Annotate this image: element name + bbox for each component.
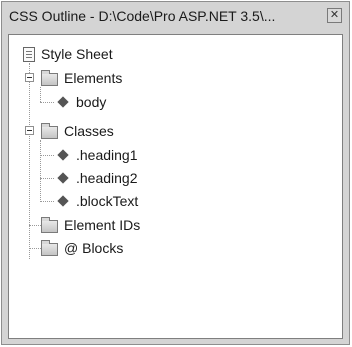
css-rule-icon	[57, 195, 69, 207]
stylesheet-icon	[23, 46, 35, 62]
tree-node-style-sheet[interactable]: Style Sheet	[23, 43, 113, 65]
css-outline-tree: Style Sheet Elements body Classes .headi…	[9, 35, 342, 338]
tree-line	[40, 178, 54, 179]
tree-line	[29, 63, 30, 259]
tree-node-classes[interactable]: Classes	[41, 120, 114, 142]
tree-line	[29, 225, 41, 226]
css-rule-icon	[57, 96, 69, 108]
folder-icon	[41, 239, 58, 256]
tree-node-heading2[interactable]: .heading2	[56, 167, 138, 189]
tree-node-at-blocks[interactable]: @ Blocks	[41, 237, 123, 259]
collapse-toggle-elements[interactable]	[25, 73, 34, 82]
css-rule-icon	[57, 172, 69, 184]
collapse-toggle-classes[interactable]	[25, 126, 34, 135]
tree-node-heading1[interactable]: .heading1	[56, 144, 138, 166]
css-outline-window: CSS Outline - D:\Code\Pro ASP.NET 3.5\..…	[1, 1, 350, 345]
outline-tree-panel[interactable]: Style Sheet Elements body Classes .headi…	[8, 34, 343, 339]
tree-node-body[interactable]: body	[56, 91, 106, 113]
close-icon[interactable]: ✕	[327, 8, 342, 23]
css-rule-icon	[57, 149, 69, 161]
tree-line	[40, 87, 41, 102]
title-bar: CSS Outline - D:\Code\Pro ASP.NET 3.5\..…	[2, 2, 349, 30]
tree-node-element-ids[interactable]: Element IDs	[41, 214, 140, 236]
folder-icon	[41, 122, 58, 139]
folder-icon	[41, 69, 58, 86]
tree-node-elements[interactable]: Elements	[41, 67, 122, 89]
folder-icon	[41, 216, 58, 233]
tree-line	[40, 201, 54, 202]
tree-line	[40, 140, 41, 202]
window-title: CSS Outline - D:\Code\Pro ASP.NET 3.5\..…	[9, 8, 276, 24]
tree-line	[29, 248, 41, 249]
tree-line	[40, 155, 54, 156]
tree-node-blocktext[interactable]: .blockText	[56, 190, 138, 212]
tree-line	[40, 102, 54, 103]
